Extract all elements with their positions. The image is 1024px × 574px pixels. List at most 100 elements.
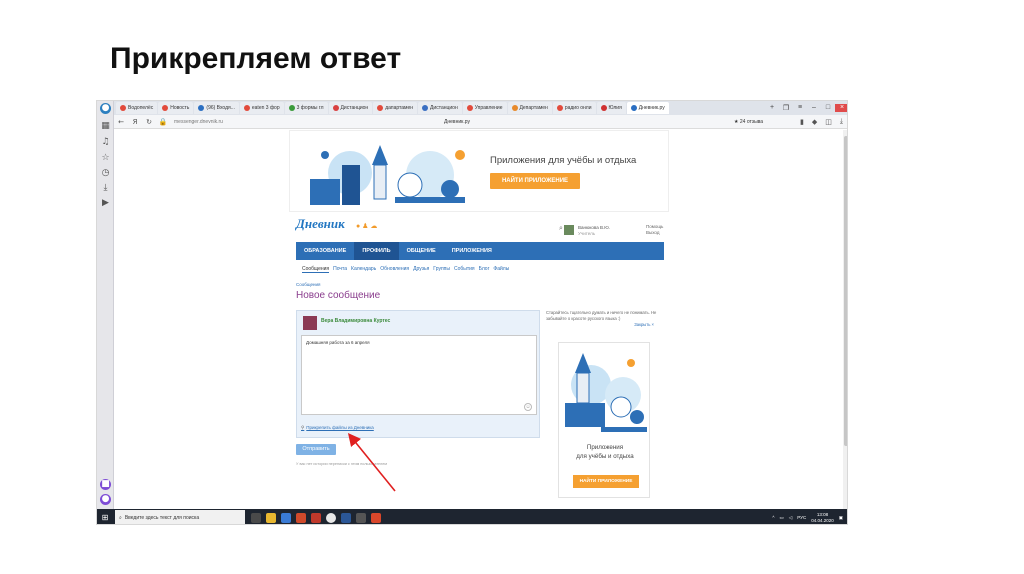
subnav-groups[interactable]: Группы [433, 266, 450, 273]
subnav-updates[interactable]: Обновления [380, 266, 409, 273]
reader-icon[interactable]: ◫ [825, 118, 832, 126]
yandex-browser-icon[interactable] [326, 512, 336, 523]
subnav-messages[interactable]: Сообщения [302, 266, 330, 273]
clock[interactable]: 13:08 04.04.2020 [811, 512, 834, 523]
extension-icon[interactable]: ◆ [812, 118, 817, 126]
alice-icon[interactable]: ● [100, 494, 111, 505]
browser-tab[interactable]: (96) Входя... [194, 102, 239, 114]
reviews-text: 24 отзыва [739, 118, 764, 125]
grid-icon[interactable]: ▦ [100, 121, 111, 132]
tab-label: (96) Входя... [206, 105, 235, 111]
profile-avatar-icon[interactable]: ● [100, 103, 111, 114]
back-icon[interactable]: ← [114, 118, 128, 126]
subnav-events[interactable]: События [454, 266, 475, 273]
user-avatar[interactable] [564, 225, 574, 235]
send-button[interactable]: Отправить [296, 444, 336, 455]
nav-education[interactable]: ОБРАЗОВАНИЕ [296, 242, 354, 260]
side-ad-line-2: для учёбы и отдыха [576, 453, 634, 460]
ppt-icon[interactable] [311, 512, 321, 523]
star-icon[interactable]: ☆ [100, 153, 111, 164]
browser-tab[interactable]: Управление [462, 102, 507, 114]
powerpoint-icon[interactable] [371, 512, 381, 523]
browser-tab[interactable]: Новость [158, 102, 194, 114]
bookmark-icon[interactable]: ▮ [800, 118, 804, 126]
network-icon[interactable]: ▭ [779, 515, 783, 521]
office-icon[interactable] [296, 512, 306, 523]
slide-title: Прикрепляем ответ [110, 42, 402, 75]
notification-icon[interactable]: ▣ [839, 515, 843, 521]
volume-icon[interactable]: ◁ [789, 515, 792, 521]
subnav-mail[interactable]: Почта [333, 266, 347, 273]
download-arrow-icon[interactable]: ⤓ [840, 118, 843, 126]
browser-tab[interactable]: Юлия [596, 102, 626, 114]
tab-favicon-icon [630, 105, 637, 111]
main-nav: ОБРАЗОВАНИЕ ПРОФИЛЬ ОБЩЕНИЕ ПРИЛОЖЕНИЯ [296, 242, 664, 260]
breadcrumb[interactable]: Сообщения [296, 282, 320, 287]
yandex-icon[interactable]: Я [128, 118, 142, 126]
recipient-name[interactable]: Вера Владимировна Куртес [321, 318, 390, 324]
attach-files-link[interactable]: ⚲ Прикрепить файлы из Дневника [301, 425, 374, 431]
find-app-button[interactable]: НАЙТИ ПРИЛОЖЕНИЕ [490, 173, 580, 189]
browser-tab[interactable]: дапартамен [373, 102, 418, 114]
tray-up-icon[interactable]: ^ [772, 515, 774, 520]
nav-communication[interactable]: ОБЩЕНИЕ [399, 242, 444, 260]
subnav-friends[interactable]: Друзья [413, 266, 429, 273]
browser-tab[interactable]: Водопелёс [116, 102, 158, 114]
browser-tab[interactable]: 3 формы гл [284, 102, 328, 114]
close-window-icon[interactable]: × [835, 104, 847, 112]
tab-label: Управление [474, 105, 503, 111]
side-ad-line-1: Приложения [586, 444, 624, 451]
minimize-icon[interactable]: – [807, 104, 821, 112]
bookmarks-icon[interactable]: ❐ [779, 104, 793, 112]
top-banner[interactable]: Приложения для учёбы и отдыха НАЙТИ ПРИЛ… [289, 130, 669, 212]
browser-tab[interactable]: eaten 3 фор [239, 102, 284, 114]
side-ad[interactable]: Приложения для учёбы и отдыха НАЙТИ ПРИЛ… [558, 342, 650, 498]
nav-profile[interactable]: ПРОФИЛЬ [354, 242, 399, 260]
dnevnik-logo[interactable]: Дневник [296, 216, 345, 232]
history-icon[interactable]: ◷ [100, 168, 111, 179]
message-textarea[interactable]: Домашняя работа за 6 апреля ☺ [301, 335, 537, 415]
windows-start-icon[interactable]: ⊞ [97, 513, 113, 522]
tab-label: дапартамен [385, 105, 414, 111]
bell-icon[interactable]: ♫ [100, 137, 111, 148]
browser-tab[interactable]: Дистанцион [418, 102, 462, 114]
scrollbar-thumb[interactable] [844, 136, 847, 446]
browser-tab[interactable]: Дистанцион [328, 102, 373, 114]
url-field[interactable]: messenger.dnevnik.ru [174, 119, 223, 125]
nav-apps[interactable]: ПРИЛОЖЕНИЯ [444, 242, 500, 260]
tab-favicon-icon [600, 105, 607, 111]
tab-add-icon[interactable]: + [765, 104, 779, 112]
maximize-icon[interactable]: □ [821, 104, 835, 112]
reviews-badge[interactable]: ★ 24 отзыва [734, 119, 763, 125]
menu-icon[interactable]: ≡ [793, 104, 807, 112]
subnav-blog[interactable]: Блог [479, 266, 490, 273]
browser-tab[interactable]: Департамен [507, 102, 552, 114]
play-icon[interactable]: ▶ [100, 198, 111, 209]
lang-indicator[interactable]: РУС [797, 515, 806, 520]
store-icon[interactable]: ■ [100, 479, 111, 490]
system-tray: ^ ▭ ◁ РУС 13:08 04.04.2020 ▣ [772, 512, 847, 523]
tip-box: Старайтесь тщательно думать и ничего не … [546, 310, 664, 328]
search-icon[interactable]: ⌕ [559, 225, 563, 233]
side-ad-button[interactable]: НАЙТИ ПРИЛОЖЕНИЕ [573, 475, 639, 488]
explorer-icon[interactable] [266, 512, 276, 523]
logout-link[interactable]: Выход [646, 230, 663, 236]
browser-tab[interactable]: Дневник.ру [626, 102, 669, 114]
tab-favicon-icon [162, 105, 169, 111]
store-app-icon[interactable] [281, 512, 291, 523]
taskbar-search[interactable]: ⌕ Введите здесь текст для поиска [115, 510, 245, 524]
word-icon[interactable] [341, 512, 351, 523]
subnav-calendar[interactable]: Календарь [351, 266, 376, 273]
tip-close-link[interactable]: Закрыть × [546, 322, 654, 328]
reload-icon[interactable]: ↻ [142, 118, 156, 126]
task-view-icon[interactable] [251, 512, 261, 523]
message-text: Домашняя работа за 6 апреля [306, 340, 370, 345]
browser-tab[interactable]: радио онли [552, 102, 596, 114]
scrollbar[interactable] [843, 130, 847, 509]
app-icon[interactable] [356, 512, 366, 523]
tab-label: Дистанцион [430, 105, 458, 111]
subnav-files[interactable]: Файлы [493, 266, 509, 273]
download-icon[interactable]: ⤓ [100, 183, 111, 194]
emoji-icon[interactable]: ☺ [524, 403, 532, 411]
tab-strip: Водопелёс Новость (96) Входя... eaten 3 фор… [114, 101, 847, 115]
